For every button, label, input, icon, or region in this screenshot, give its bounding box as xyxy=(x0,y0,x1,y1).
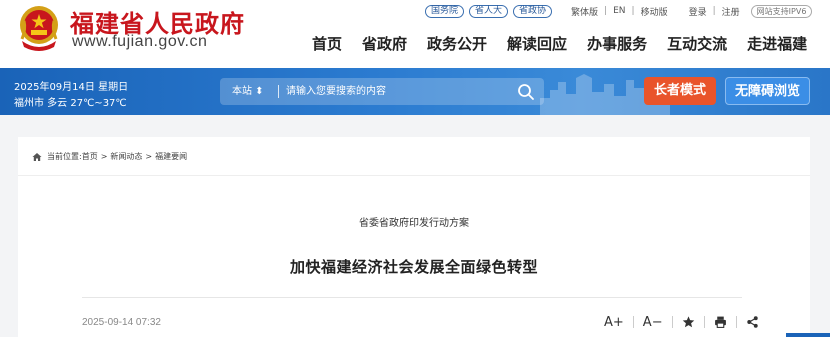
accessible-browse-button[interactable]: 无障碍浏览 xyxy=(725,77,810,105)
article-subtitle: 省委省政府印发行动方案 xyxy=(359,218,469,229)
divider xyxy=(278,85,279,98)
link-mobile[interactable]: 移动版 xyxy=(641,5,668,18)
divider xyxy=(18,175,810,176)
elder-mode-button[interactable]: 长者模式 xyxy=(644,77,716,105)
publish-date: 2025-09-14 07:32 xyxy=(82,317,161,328)
article-tools: A+ A− xyxy=(604,314,759,330)
print-icon[interactable] xyxy=(714,314,727,330)
breadcrumb: 当前位置: 首页 > 新闻动态 > 福建要闻 xyxy=(32,151,187,162)
search-scope-select[interactable]: 本站 ⬍ xyxy=(232,78,264,105)
search-input[interactable] xyxy=(286,78,506,105)
nav-about-fujian[interactable]: 走进福建 xyxy=(747,33,807,54)
divider xyxy=(82,297,742,298)
divider xyxy=(703,316,705,328)
link-traditional[interactable]: 繁体版 xyxy=(571,5,598,18)
search-icon[interactable] xyxy=(516,82,536,102)
divider xyxy=(632,316,634,328)
link-cppcc[interactable]: 省政协 xyxy=(513,4,553,18)
side-tab[interactable] xyxy=(786,333,830,337)
link-english[interactable]: EN xyxy=(613,6,625,16)
top-links: 国务院 省人大 省政协 繁体版 | EN | 移动版 登录 | 注册 网站支持I… xyxy=(425,4,813,18)
current-date: 2025年09月14日 星期日 xyxy=(14,82,129,93)
link-state-council[interactable]: 国务院 xyxy=(425,4,465,18)
breadcrumb-separator: > xyxy=(145,152,153,161)
share-icon[interactable] xyxy=(746,314,759,330)
home-icon xyxy=(32,152,42,161)
nav-home[interactable]: 首页 xyxy=(312,33,342,54)
divider xyxy=(671,316,673,328)
breadcrumb-news[interactable]: 新闻动态 xyxy=(110,151,142,162)
nav-interaction[interactable]: 互动交流 xyxy=(667,33,727,54)
site-url: www.fujian.gov.cn xyxy=(72,33,208,50)
breadcrumb-home[interactable]: 首页 xyxy=(82,151,98,162)
article-title: 加快福建经济社会发展全面绿色转型 xyxy=(289,258,538,276)
font-decrease-button[interactable]: A− xyxy=(643,314,663,330)
breadcrumb-prefix: 当前位置: xyxy=(47,152,82,161)
link-register[interactable]: 注册 xyxy=(722,5,740,18)
breadcrumb-fujian-news[interactable]: 福建要闻 xyxy=(155,151,187,162)
nav-government[interactable]: 省政府 xyxy=(362,33,407,54)
main-nav: 首页 省政府 政务公开 解读回应 办事服务 互动交流 走进福建 xyxy=(312,33,807,54)
breadcrumb-separator: > xyxy=(100,152,108,161)
nav-open-affairs[interactable]: 政务公开 xyxy=(427,33,487,54)
separator: | xyxy=(712,6,716,16)
separator: | xyxy=(631,6,635,16)
link-login[interactable]: 登录 xyxy=(689,5,707,18)
star-icon[interactable] xyxy=(682,314,695,330)
article-card: 当前位置: 首页 > 新闻动态 > 福建要闻 省委省政府印发行动方案 加快福建经… xyxy=(18,137,810,337)
link-provincial-congress[interactable]: 省人大 xyxy=(469,4,509,18)
nav-interpretation[interactable]: 解读回应 xyxy=(507,33,567,54)
national-emblem-icon[interactable] xyxy=(14,3,64,53)
weather-info: 福州市 多云 27℃~37℃ xyxy=(14,98,127,109)
site-header: 福建省人民政府 www.fujian.gov.cn 国务院 省人大 省政协 繁体… xyxy=(0,0,830,68)
separator: | xyxy=(604,6,608,16)
search-bar: 本站 ⬍ xyxy=(220,78,544,105)
font-increase-button[interactable]: A+ xyxy=(604,314,624,330)
divider xyxy=(735,316,737,328)
ipv6-badge: 网站支持IPV6 xyxy=(750,4,813,18)
nav-services[interactable]: 办事服务 xyxy=(587,33,647,54)
